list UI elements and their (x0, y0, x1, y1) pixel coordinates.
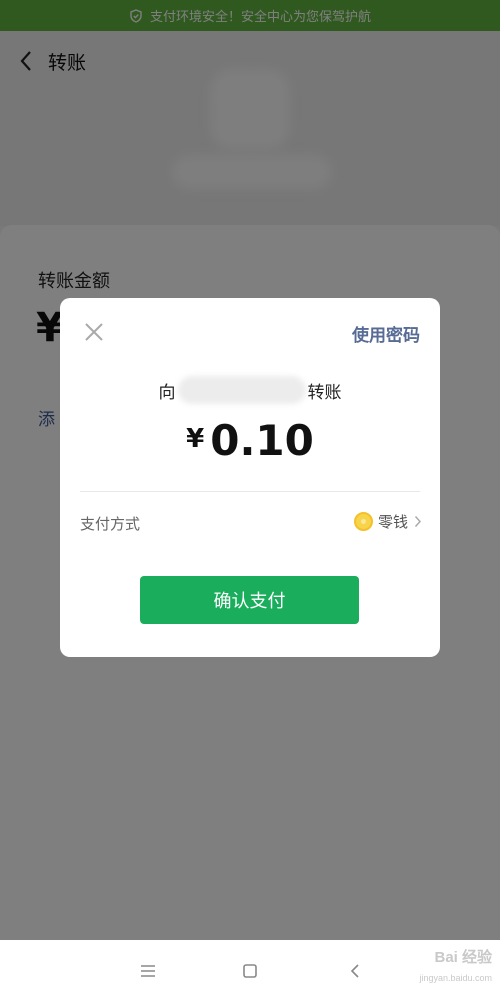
confirm-payment-button[interactable]: 确认支付 (140, 576, 359, 624)
coin-icon (353, 512, 373, 531)
home-icon (243, 964, 257, 978)
nav-back-button[interactable] (340, 956, 370, 986)
recipient-line: 向 转账 (60, 376, 440, 404)
watermark-sub: jingyan.baidu.com (419, 973, 492, 983)
recipient-name-blurred (177, 376, 306, 404)
chevron-right-icon (414, 515, 422, 528)
payment-method-value: 零钱 (377, 513, 408, 531)
menu-icon (141, 965, 155, 977)
payment-amount-value: 0.10 (210, 416, 314, 465)
recipient-suffix: 转账 (307, 382, 342, 403)
payment-amount: ¥0.10 (60, 416, 440, 465)
back-icon (350, 964, 359, 978)
nav-menu-button[interactable] (133, 956, 163, 986)
watermark-text: Bai 经验 (434, 949, 492, 966)
use-password-link[interactable]: 使用密码 (352, 321, 420, 346)
close-icon (85, 323, 103, 341)
nav-home-button[interactable] (235, 956, 265, 986)
system-nav-bar: Bai 经验 jingyan.baidu.com (0, 940, 500, 1000)
divider (80, 491, 420, 492)
watermark: Bai 经验 jingyan.baidu.com (419, 948, 492, 988)
payment-currency: ¥ (186, 424, 205, 454)
close-button[interactable] (80, 318, 108, 346)
payment-dialog: 使用密码 向 转账 ¥0.10 支付方式 零钱 确认支付 (60, 298, 440, 657)
payment-method-selector[interactable]: 零钱 (353, 511, 422, 532)
payment-method-label: 支付方式 (80, 515, 141, 533)
recipient-prefix: 向 (158, 382, 176, 403)
